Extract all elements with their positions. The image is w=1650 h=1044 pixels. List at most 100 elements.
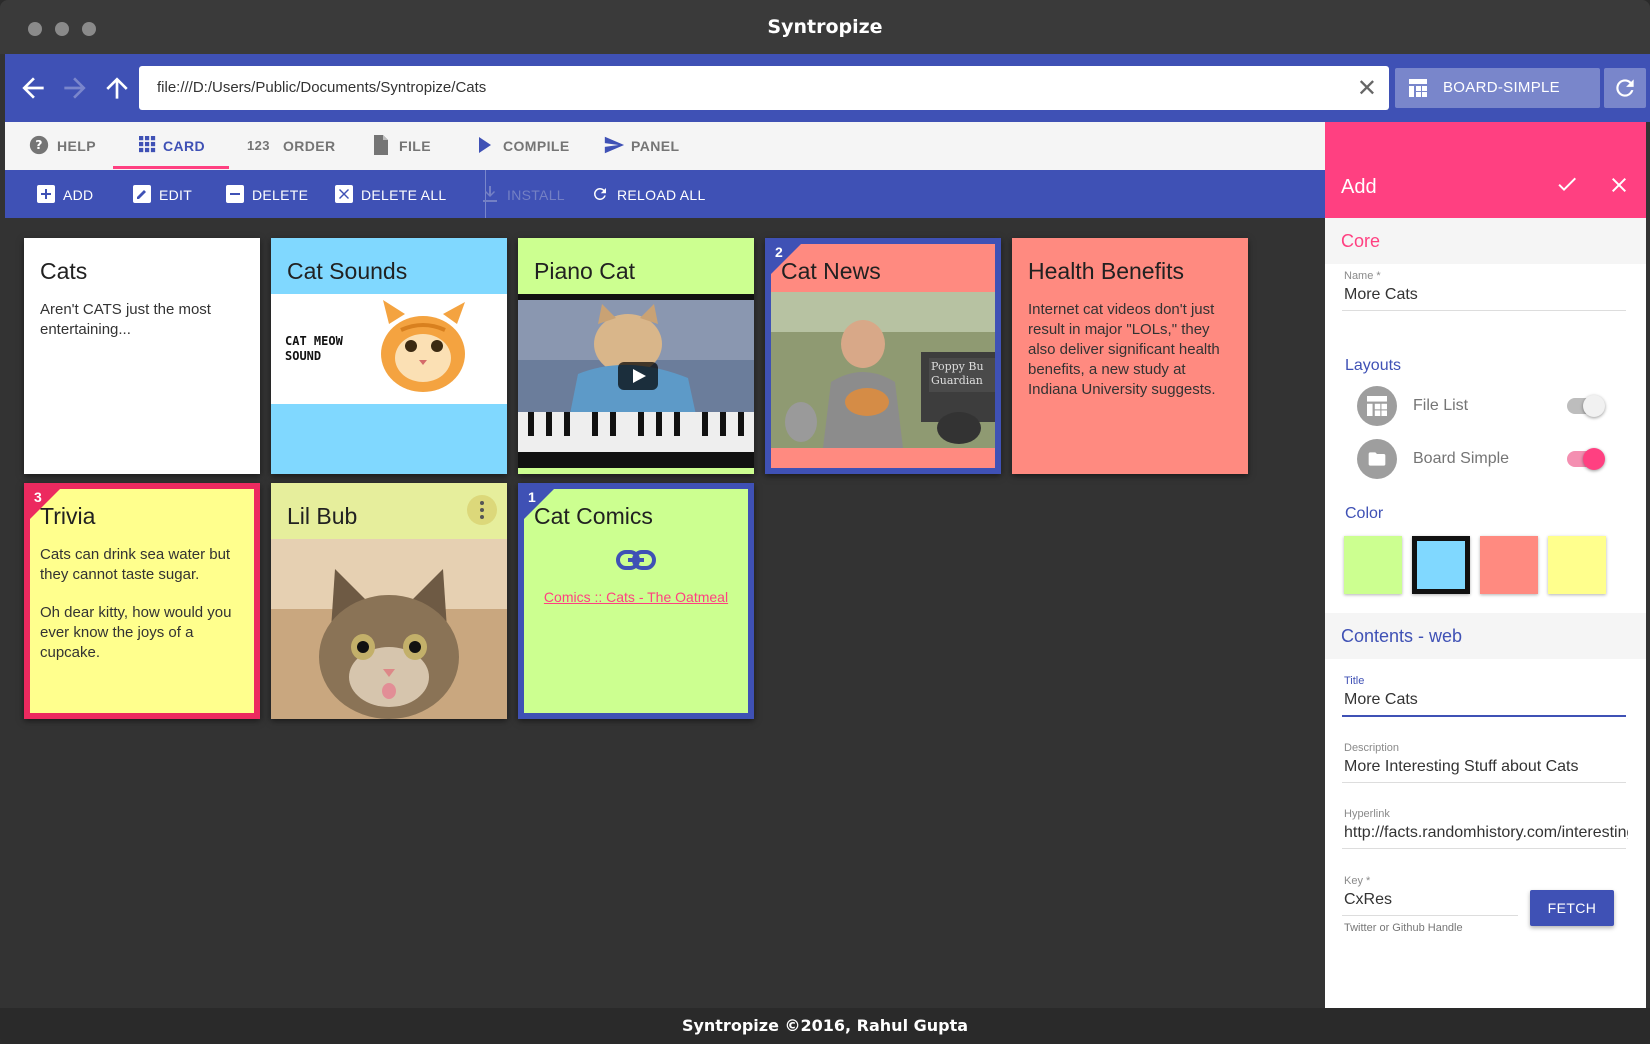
play-icon	[479, 137, 491, 153]
confirm-check-icon[interactable]	[1555, 172, 1579, 203]
layouts-heading: Layouts	[1345, 357, 1402, 374]
arrow-up-icon	[106, 77, 128, 99]
contents-section-header: Contents - web	[1325, 613, 1646, 659]
url-input[interactable]: file:///D:/Users/Public/Documents/Syntro…	[139, 66, 1389, 110]
tab-help-label: HELP	[57, 138, 96, 154]
grid-icon	[139, 136, 156, 153]
svg-text:?: ?	[35, 137, 43, 152]
tab-card-label: CARD	[163, 138, 206, 154]
card-trivia[interactable]: 3 Trivia Cats can drink sea water but th…	[24, 483, 260, 719]
piano-cat-video[interactable]	[518, 294, 754, 468]
color-swatch-blue[interactable]	[1412, 536, 1470, 594]
tab-bar: ? HELP CARD 123 ORDER FILE COMPILE PANEL	[5, 122, 1325, 170]
tab-compile[interactable]: COMPILE	[475, 122, 585, 170]
title-bar: Syntropize	[0, 0, 1650, 54]
plus-box-icon	[37, 185, 55, 203]
reload-all-button[interactable]: RELOAD ALL	[591, 170, 711, 218]
delete-button[interactable]: DELETE	[226, 170, 316, 218]
card-body: Aren't CATS just the most entertaining..…	[40, 301, 211, 338]
clear-url-icon[interactable]: ✕	[1357, 74, 1377, 103]
board-simple-toggle[interactable]	[1567, 448, 1605, 470]
layout-option-file-list[interactable]: File List	[1357, 384, 1627, 428]
card-lil-bub[interactable]: Lil Bub	[271, 483, 507, 719]
add-button-label: ADD	[63, 187, 94, 203]
fetch-button[interactable]: FETCH	[1530, 890, 1614, 926]
delete-all-button-label: DELETE ALL	[361, 187, 447, 203]
card-cats[interactable]: Cats Aren't CATS just the most entertain…	[24, 238, 260, 474]
card-piano-cat[interactable]: Piano Cat	[518, 238, 754, 474]
tab-panel[interactable]: PANEL	[603, 122, 693, 170]
address-bar: file:///D:/Users/Public/Documents/Syntro…	[5, 54, 1650, 122]
tab-file-label: FILE	[399, 138, 431, 154]
core-section-header: Core	[1325, 218, 1646, 264]
file-list-toggle[interactable]	[1567, 395, 1605, 417]
layout-select-label: BOARD-SIMPLE	[1443, 79, 1560, 96]
close-icon[interactable]	[1607, 170, 1631, 204]
add-button[interactable]: ADD	[37, 170, 107, 218]
name-field[interactable]: More Cats	[1344, 286, 1614, 304]
key-field-label: Key *	[1344, 875, 1371, 887]
key-field[interactable]: CxRes	[1344, 891, 1514, 909]
card-title: Cat Sounds	[287, 258, 408, 284]
folder-icon	[1357, 439, 1397, 479]
cat-news-image: Poppy Bu Guardian	[771, 292, 995, 448]
key-field-underline	[1342, 915, 1518, 916]
up-button[interactable]	[101, 72, 133, 104]
card-body-paragraph: Cats can drink sea water but they cannot…	[40, 546, 231, 583]
delete-all-button[interactable]: DELETE ALL	[335, 170, 455, 218]
card-title: Trivia	[40, 503, 96, 529]
description-field[interactable]: More Interesting Stuff about Cats	[1344, 758, 1628, 776]
name-field-underline	[1342, 310, 1626, 311]
cat-news-sign-text: Poppy Bu Guardian	[931, 360, 984, 387]
layout-select-button[interactable]: BOARD-SIMPLE	[1395, 68, 1600, 108]
card-health-benefits[interactable]: Health Benefits Internet cat videos don'…	[1012, 238, 1248, 474]
layout-option-board-simple[interactable]: Board Simple	[1357, 437, 1627, 481]
card-title: Cat News	[781, 258, 881, 284]
description-field-underline	[1342, 782, 1626, 783]
card-title: Piano Cat	[534, 258, 636, 284]
color-swatch-green[interactable]	[1344, 536, 1402, 594]
active-tab-indicator	[113, 166, 229, 169]
refresh-icon	[1616, 79, 1634, 97]
install-button[interactable]: INSTALL	[481, 170, 571, 218]
lil-bub-image	[271, 539, 507, 719]
download-icon	[483, 186, 497, 202]
name-field-label: Name *	[1344, 270, 1381, 282]
card-title: Health Benefits	[1028, 258, 1184, 284]
contents-type: web	[1429, 626, 1463, 646]
cat-sounds-image: CAT MEOW SOUND	[271, 294, 507, 404]
color-heading: Color	[1345, 505, 1384, 522]
hyperlink-field-label: Hyperlink	[1344, 808, 1390, 820]
url-text: file:///D:/Users/Public/Documents/Syntro…	[157, 79, 487, 96]
card-cat-comics[interactable]: 1 Cat Comics Comics :: Cats - The Oatmea…	[518, 483, 754, 719]
link-icon	[616, 550, 656, 570]
card-cat-sounds[interactable]: Cat Sounds CAT MEOW SOUND	[271, 238, 507, 474]
tab-file[interactable]: FILE	[371, 122, 451, 170]
help-icon: ?	[29, 135, 49, 155]
card-title: Cats	[40, 258, 88, 284]
card-cat-news[interactable]: 2 Cat News Poppy Bu Guardian	[765, 238, 1001, 474]
file-list-icon	[1357, 386, 1397, 426]
comics-link[interactable]: Comics :: Cats - The Oatmeal	[524, 589, 748, 605]
edit-button[interactable]: EDIT	[133, 170, 203, 218]
contents-section-title: Contents - web	[1341, 626, 1462, 647]
close-box-icon	[335, 185, 353, 203]
tab-card[interactable]: CARD	[139, 122, 229, 170]
panel-title: Add	[1341, 176, 1377, 198]
title-field[interactable]: More Cats	[1344, 691, 1614, 709]
panel-header: Add	[1325, 122, 1646, 218]
layout-grid-icon	[1409, 79, 1427, 97]
card-body: Cats can drink sea water but they cannot…	[40, 545, 242, 663]
back-button[interactable]	[17, 72, 49, 104]
tab-help[interactable]: ? HELP	[29, 122, 109, 170]
tab-order[interactable]: 123 ORDER	[247, 122, 347, 170]
color-swatch-yellow[interactable]	[1548, 536, 1606, 594]
footer: Syntropize ©2016, Rahul Gupta	[0, 1008, 1650, 1044]
color-swatch-red[interactable]	[1480, 536, 1538, 594]
hyperlink-field[interactable]: http://facts.randomhistory.com/interesti…	[1344, 824, 1628, 842]
pencil-box-icon	[133, 185, 151, 203]
forward-button[interactable]	[59, 72, 91, 104]
more-vert-icon[interactable]	[467, 495, 497, 525]
card-title: Lil Bub	[287, 503, 358, 529]
refresh-button[interactable]	[1604, 68, 1646, 108]
